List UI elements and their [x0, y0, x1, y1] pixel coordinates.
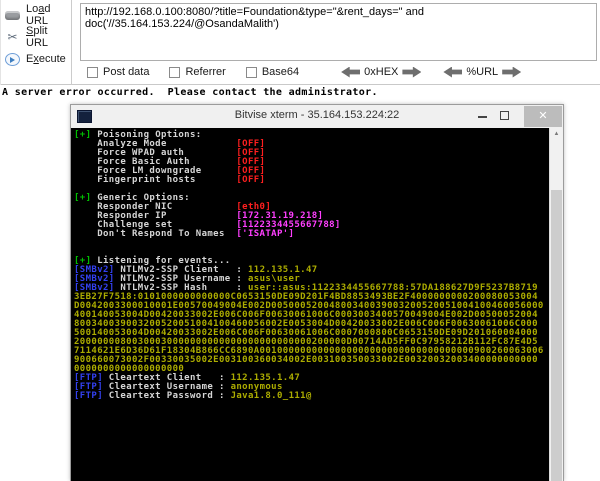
checkbox-label: Referrer	[185, 66, 226, 78]
terminal-line: Don't Respond To Names ['ISATAP']	[74, 229, 295, 239]
checkbox-referrer[interactable]: Referrer	[169, 66, 226, 78]
encoder-url: %URL	[443, 66, 522, 78]
xterm-window-title: Bitvise xterm - 35.164.153.224:22	[234, 109, 400, 121]
options-row: Post data Referrer Base64 0xHEX %URL	[87, 62, 522, 82]
checkbox-box[interactable]	[169, 66, 181, 78]
hackbar-toolbar: Load URL ✂ Split URL Execute http://192.168…	[0, 0, 600, 85]
maximize-button[interactable]	[500, 111, 509, 120]
encoder-label: 0xHEX	[364, 66, 399, 78]
checkbox-post-data[interactable]: Post data	[87, 66, 149, 78]
play-icon	[5, 52, 20, 66]
scrollbar-track[interactable]: ▲	[549, 128, 563, 481]
checkbox-label: Base64	[261, 66, 300, 78]
xterm-titlebar[interactable]: Bitvise xterm - 35.164.153.224:22 ✕	[71, 105, 563, 128]
toolbar-button-list: Load URL ✂ Split URL Execute	[0, 0, 72, 85]
checkbox-base64[interactable]: Base64	[245, 66, 300, 78]
terminal-line: Fingerprint hosts [OFF]	[74, 175, 266, 185]
terminal-client-area[interactable]: [+] Poisoning Options: Analyze Mode [OFF…	[71, 128, 563, 481]
terminal-line: [FTP] Cleartext Password : Java1.8.0_111…	[74, 391, 312, 401]
decode-arrow-icon[interactable]	[443, 66, 463, 78]
scrollbar-up-arrow-icon[interactable]: ▲	[550, 128, 563, 140]
xterm-window: Bitvise xterm - 35.164.153.224:22 ✕ [+] …	[70, 104, 564, 481]
minimize-button[interactable]	[478, 116, 487, 118]
checkbox-box[interactable]	[87, 66, 98, 78]
close-button[interactable]: ✕	[524, 106, 562, 127]
checkbox-label: Post data	[103, 66, 150, 78]
toolbar-button-label: Split URL	[26, 25, 49, 49]
terminal-output: [+] Poisoning Options: Analyze Mode [OFF…	[74, 131, 547, 401]
encoder-hex: 0xHEX	[341, 66, 422, 78]
checkbox-box[interactable]	[245, 66, 257, 78]
toolbar-button-label: Execute	[26, 53, 66, 65]
toolbar-button-label: Load URL	[26, 3, 51, 27]
toolbar-button-load-url[interactable]: Load URL	[1, 3, 71, 27]
scissors-icon: ✂	[7, 30, 18, 44]
encode-arrow-icon[interactable]	[402, 66, 422, 78]
server-error-message: A server error occurred. Please contact …	[2, 87, 378, 98]
url-input[interactable]: http://192.168.0.100:8080/?title=Foundat…	[80, 3, 597, 61]
toolbar-button-execute[interactable]: Execute	[1, 48, 71, 70]
encode-arrow-icon[interactable]	[502, 66, 522, 78]
encoder-label: %URL	[466, 66, 499, 78]
decode-arrow-icon[interactable]	[341, 66, 361, 78]
scrollbar-thumb[interactable]	[551, 190, 562, 481]
load-url-icon	[5, 10, 20, 20]
toolbar-button-split-url[interactable]: ✂ Split URL	[1, 25, 71, 49]
